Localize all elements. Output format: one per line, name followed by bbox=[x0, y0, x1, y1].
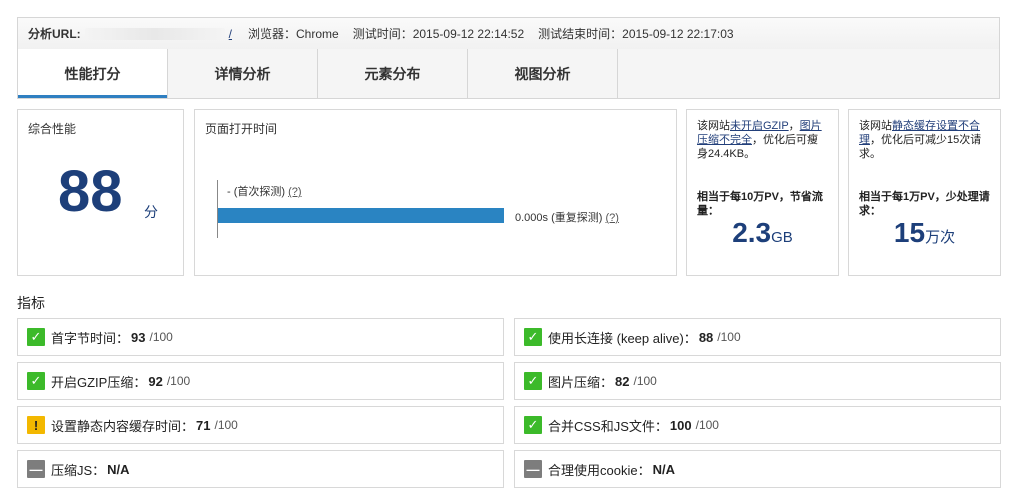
page-load-time-card: 页面打开时间 - (首次探测) (?) 0.000s (重复探测) (?) bbox=[194, 109, 677, 276]
overall-score-value: 88 bbox=[58, 159, 123, 224]
metric-max: /100 bbox=[166, 374, 191, 388]
analysis-header: 分析URL: / 浏览器：Chrome 测试时间：2015-09-12 22:1… bbox=[17, 17, 1000, 50]
first-visit-help-link[interactable]: (?) bbox=[288, 186, 301, 198]
traffic-savings-card: 该网站未开启GZIP，图片压缩不完全，优化后可瘦身24.4KB。 相当于每10万… bbox=[686, 109, 839, 276]
request-savings-text: 该网站静态缓存设置不合理，优化后可减少15次请求。 bbox=[859, 119, 990, 161]
metric-score: 82 bbox=[615, 373, 630, 389]
url-label: 分析URL: bbox=[28, 27, 81, 41]
first-visit-text: - (首次探测) bbox=[227, 186, 286, 198]
request-savings-subtitle: 相当于每1万PV，少处理请求： bbox=[859, 191, 990, 217]
tip-b-suffix: ，优化后可减少15次请求。 bbox=[859, 134, 982, 160]
tab-performance-score[interactable]: 性能打分 bbox=[18, 49, 168, 98]
minus-icon: — bbox=[524, 460, 542, 478]
tip-a-prefix: 该网站 bbox=[697, 120, 730, 132]
metric-score: N/A bbox=[107, 461, 130, 477]
minus-icon: — bbox=[27, 460, 45, 478]
repeat-visit-bar bbox=[218, 208, 504, 223]
tip-b-prefix: 该网站 bbox=[859, 120, 892, 132]
tab-bar: 性能打分 详情分析 元素分布 视图分析 bbox=[17, 49, 1000, 99]
metric-score: N/A bbox=[652, 461, 675, 477]
metric-label: 设置静态内容缓存时间： bbox=[51, 418, 195, 434]
tip-a-sep: ， bbox=[788, 120, 800, 132]
request-savings-card: 该网站静态缓存设置不合理，优化后可减少15次请求。 相当于每1万PV，少处理请求… bbox=[848, 109, 1001, 276]
gzip-not-enabled-link[interactable]: 未开启GZIP bbox=[730, 120, 789, 132]
repeat-visit-help-link[interactable]: (?) bbox=[605, 212, 618, 224]
check-icon: ✓ bbox=[524, 416, 542, 434]
check-icon: ✓ bbox=[27, 372, 45, 390]
traffic-savings-unit: GB bbox=[771, 229, 793, 246]
request-savings-unit: 万次 bbox=[925, 229, 956, 246]
metric-score: 88 bbox=[698, 329, 714, 345]
first-visit-label: - (首次探测) (?) bbox=[227, 183, 302, 199]
metric-gzip[interactable]: ✓ 开启GZIP压缩： 92 /100 bbox=[17, 362, 504, 400]
overall-score-label: 综合性能 bbox=[28, 122, 77, 136]
metric-label: 首字节时间： bbox=[51, 330, 130, 346]
metric-label: 使用长连接 (keep alive)： bbox=[548, 330, 697, 346]
url-redacted bbox=[84, 27, 225, 40]
tab-detail-analysis[interactable]: 详情分析 bbox=[168, 49, 318, 98]
metric-image-compression[interactable]: ✓ 图片压缩： 82 /100 bbox=[514, 362, 1001, 400]
metric-merge-css-js[interactable]: ✓ 合并CSS和JS文件： 100 /100 bbox=[514, 406, 1001, 444]
metric-label: 合理使用cookie： bbox=[548, 462, 651, 478]
traffic-savings-value: 2.3GB bbox=[687, 219, 838, 247]
metric-ttfb[interactable]: ✓ 首字节时间： 93 /100 bbox=[17, 318, 504, 356]
metric-label: 开启GZIP压缩： bbox=[51, 374, 147, 390]
page-load-time-label: 页面打开时间 bbox=[205, 122, 278, 136]
metric-keep-alive[interactable]: ✓ 使用长连接 (keep alive)： 88 /100 bbox=[514, 318, 1001, 356]
check-icon: ✓ bbox=[524, 328, 542, 346]
browser-info: 浏览器：Chrome bbox=[248, 27, 339, 41]
warning-icon: ! bbox=[27, 416, 45, 434]
metrics-title: 指标 bbox=[17, 295, 45, 311]
analyzed-url-link[interactable]: / bbox=[229, 27, 232, 41]
metric-label: 合并CSS和JS文件： bbox=[548, 418, 668, 434]
tab-bar-filler bbox=[618, 49, 999, 98]
overall-score-card: 综合性能 88 分 bbox=[17, 109, 184, 276]
metric-max: /100 bbox=[717, 330, 741, 344]
metric-label: 图片压缩： bbox=[548, 374, 614, 390]
traffic-savings-text: 该网站未开启GZIP，图片压缩不完全，优化后可瘦身24.4KB。 bbox=[697, 119, 828, 161]
metric-max: /100 bbox=[633, 374, 657, 388]
metric-max: /100 bbox=[695, 418, 719, 432]
metric-max: /100 bbox=[149, 330, 173, 344]
traffic-savings-number: 2.3 bbox=[732, 217, 772, 248]
metric-max: /100 bbox=[214, 418, 238, 432]
tab-view-analysis[interactable]: 视图分析 bbox=[468, 49, 618, 98]
check-icon: ✓ bbox=[524, 372, 542, 390]
metric-score: 71 bbox=[196, 417, 211, 433]
repeat-visit-text: 0.000s (重复探测) bbox=[515, 212, 603, 224]
traffic-savings-subtitle: 相当于每10万PV，节省流量： bbox=[697, 191, 823, 217]
test-end-time: 测试结束时间：2015-09-12 22:17:03 bbox=[538, 27, 734, 41]
request-savings-number: 15 bbox=[893, 217, 926, 248]
metric-minify-js[interactable]: — 压缩JS： N/A bbox=[17, 450, 504, 488]
repeat-visit-label: 0.000s (重复探测) (?) bbox=[515, 209, 619, 225]
overall-score-unit: 分 bbox=[144, 204, 158, 220]
metric-cookie[interactable]: — 合理使用cookie： N/A bbox=[514, 450, 1001, 488]
test-start-time: 测试时间：2015-09-12 22:14:52 bbox=[352, 27, 525, 41]
request-savings-value: 15万次 bbox=[849, 219, 1000, 247]
metric-score: 93 bbox=[131, 329, 146, 345]
metric-static-cache[interactable]: ! 设置静态内容缓存时间： 71 /100 bbox=[17, 406, 504, 444]
metric-score: 92 bbox=[148, 373, 163, 389]
metric-label: 压缩JS： bbox=[51, 462, 106, 478]
metric-score: 100 bbox=[669, 417, 692, 433]
check-icon: ✓ bbox=[27, 328, 45, 346]
tab-element-distribution[interactable]: 元素分布 bbox=[318, 49, 468, 98]
